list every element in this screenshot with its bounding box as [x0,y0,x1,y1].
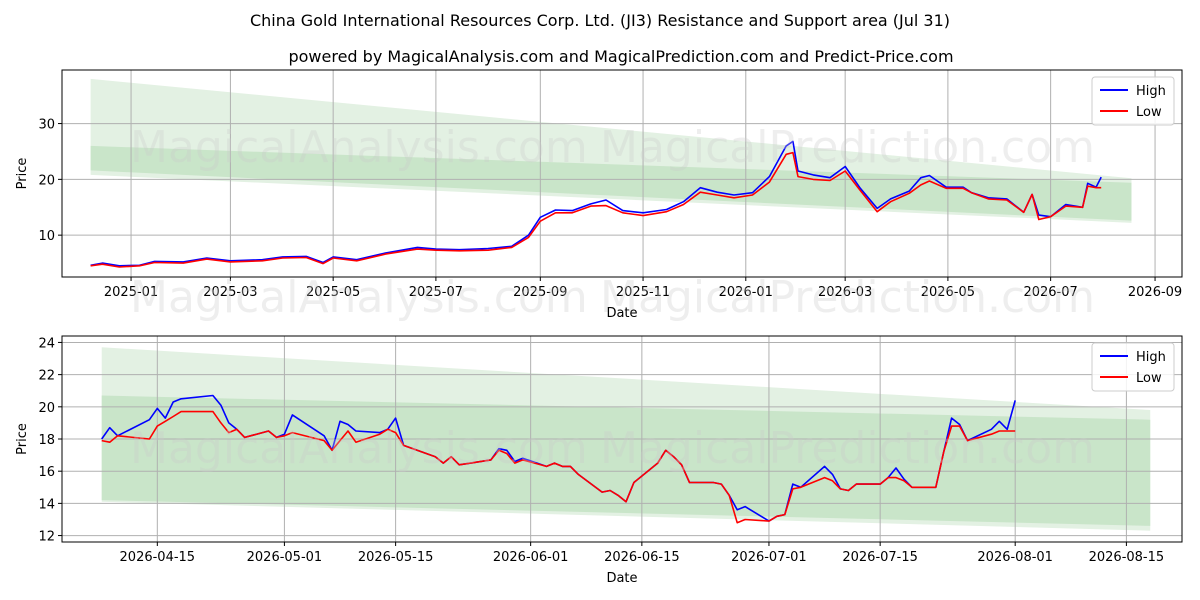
x-axis-label: Date [606,571,637,586]
bottom-panel: 2026-04-15 2026-05-01 2026-05-15 2026-06-01… [15,335,1183,586]
y-tick-label: 24 [38,336,55,351]
x-tick-label: 2026-04-15 [120,550,196,565]
watermark-text: MagicalPrediction.com [600,272,1095,323]
y-tick-label: 10 [38,229,55,244]
chart-subtitle: powered by MagicalAnalysis.com and Magic… [288,47,953,66]
watermark-text: MagicalPrediction.com [600,423,1095,474]
x-axis-label: Date [606,306,637,321]
watermark-text: MagicalPrediction.com [600,122,1095,173]
x-tick-label: 2026-09 [1128,285,1182,300]
x-tick-label: 2026-07-01 [731,550,807,565]
legend-label-low: Low [1136,371,1162,386]
legend-label-high: High [1136,84,1166,99]
x-tick-label: 2026-05-01 [247,550,323,565]
watermark-text: MagicalAnalysis.com [130,423,588,474]
y-tick-label: 12 [38,530,55,545]
x-tick-label: 2026-06-15 [604,550,680,565]
y-tick-label: 18 [38,433,55,448]
y-axis-label: Price [15,158,30,190]
x-tick-label: 2026-05-15 [358,550,434,565]
chart-title: China Gold International Resources Corp.… [250,11,950,30]
top-panel: 2025-01 2025-03 2025-05 2025-07 2025-09 2025-… [15,69,1183,323]
x-tick-label: 2026-08-15 [1089,550,1165,565]
y-tick-label: 14 [38,497,55,512]
y-tick-label: 16 [38,465,55,480]
y-tick-label: 30 [38,118,55,133]
x-tick-label: 2026-06-01 [493,550,569,565]
figure: China Gold International Resources Corp.… [15,11,1183,586]
legend-label-low: Low [1136,105,1162,120]
y-tick-label: 22 [38,369,55,384]
y-tick-label: 20 [38,401,55,416]
x-tick-label: 2026-08-01 [977,550,1053,565]
y-tick-label: 20 [38,173,55,188]
watermark-text: MagicalAnalysis.com [130,122,588,173]
x-tick-label: 2026-07-15 [842,550,918,565]
watermark-text: MagicalAnalysis.com [130,272,588,323]
legend-label-high: High [1136,350,1166,365]
y-axis-label: Price [15,423,30,455]
